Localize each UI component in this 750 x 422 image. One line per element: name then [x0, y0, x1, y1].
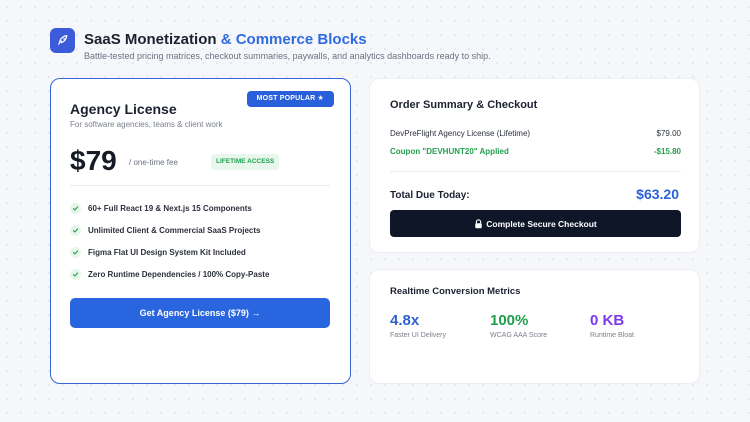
license-price: $79: [70, 145, 117, 176]
metric-value: 100%: [490, 312, 529, 329]
metric-label: Faster UI Delivery: [390, 332, 447, 339]
coupon-row: Coupon "DEVHUNT20" Applied -$15.80: [390, 145, 681, 157]
coupon-label: Coupon "DEVHUNT20" Applied: [390, 146, 509, 156]
price-note: / one-time fee: [129, 158, 178, 167]
feature-label: Figma Flat UI Design System Kit Included: [88, 248, 246, 257]
rocket-icon: [58, 35, 68, 45]
check-icon: [70, 247, 81, 258]
order-summary-title: Order Summary & Checkout: [390, 99, 538, 111]
page-title-accent: & Commerce Blocks: [216, 31, 367, 48]
most-popular-badge: MOST POPULAR ★: [246, 91, 334, 107]
line-item-label: DevPreFlight Agency License (Lifetime): [390, 128, 531, 138]
page-title-main: SaaS Monetization: [84, 31, 217, 48]
logo-badge: [50, 28, 75, 53]
lifetime-access-pill: LIFETIME ACCESS: [211, 154, 280, 170]
page-subtitle: Battle-tested pricing matrices, checkout…: [84, 51, 491, 61]
complete-checkout-button[interactable]: Complete Secure Checkout: [390, 210, 681, 237]
metric-label: Runtime Bloat: [590, 332, 634, 339]
feature-item: Unlimited Client & Commercial SaaS Proje…: [70, 225, 269, 236]
lock-icon: [474, 218, 483, 229]
check-icon: [70, 225, 81, 236]
agency-license-card: MOST POPULAR ★ Agency License For softwa…: [50, 78, 351, 384]
metric-wcag-score: 100% WCAG AAA Score: [490, 312, 547, 339]
license-subtitle: For software agencies, teams & client wo…: [70, 120, 223, 129]
conversion-metrics-card: Realtime Conversion Metrics 4.8x Faster …: [369, 269, 700, 384]
total-due-label: Total Due Today:: [390, 190, 470, 201]
metric-label: WCAG AAA Score: [490, 332, 548, 339]
line-item: DevPreFlight Agency License (Lifetime) $…: [390, 127, 681, 139]
order-divider: [390, 171, 681, 172]
coupon-discount: -$15.80: [653, 146, 681, 156]
metric-value: 0 KB: [590, 312, 625, 329]
feature-label: 60+ Full React 19 & Next.js 15 Component…: [88, 204, 252, 213]
check-icon: [70, 203, 81, 214]
feature-item: Zero Runtime Dependencies / 100% Copy-Pa…: [70, 269, 269, 280]
metric-ui-delivery: 4.8x Faster UI Delivery: [390, 312, 446, 339]
metric-runtime-bloat: 0 KB Runtime Bloat: [590, 312, 634, 339]
card-divider: [70, 185, 330, 186]
page-title: SaaS Monetization & Commerce Blocks: [84, 31, 367, 48]
feature-label: Unlimited Client & Commercial SaaS Proje…: [88, 226, 261, 235]
feature-item: Figma Flat UI Design System Kit Included: [70, 247, 269, 258]
checkout-label: Complete Secure Checkout: [486, 218, 597, 229]
feature-list: 60+ Full React 19 & Next.js 15 Component…: [70, 203, 269, 291]
get-agency-license-button[interactable]: Get Agency License ($79) →: [70, 298, 330, 328]
total-due-value: $63.20: [636, 186, 679, 202]
license-title: Agency License: [70, 101, 177, 117]
feature-item: 60+ Full React 19 & Next.js 15 Component…: [70, 203, 269, 214]
line-item-price: $79.00: [656, 128, 681, 138]
metrics-title: Realtime Conversion Metrics: [390, 286, 521, 297]
metric-value: 4.8x: [390, 312, 420, 329]
check-icon: [70, 269, 81, 280]
order-summary-card: Order Summary & Checkout DevPreFlight Ag…: [369, 78, 700, 253]
feature-label: Zero Runtime Dependencies / 100% Copy-Pa…: [88, 270, 270, 279]
